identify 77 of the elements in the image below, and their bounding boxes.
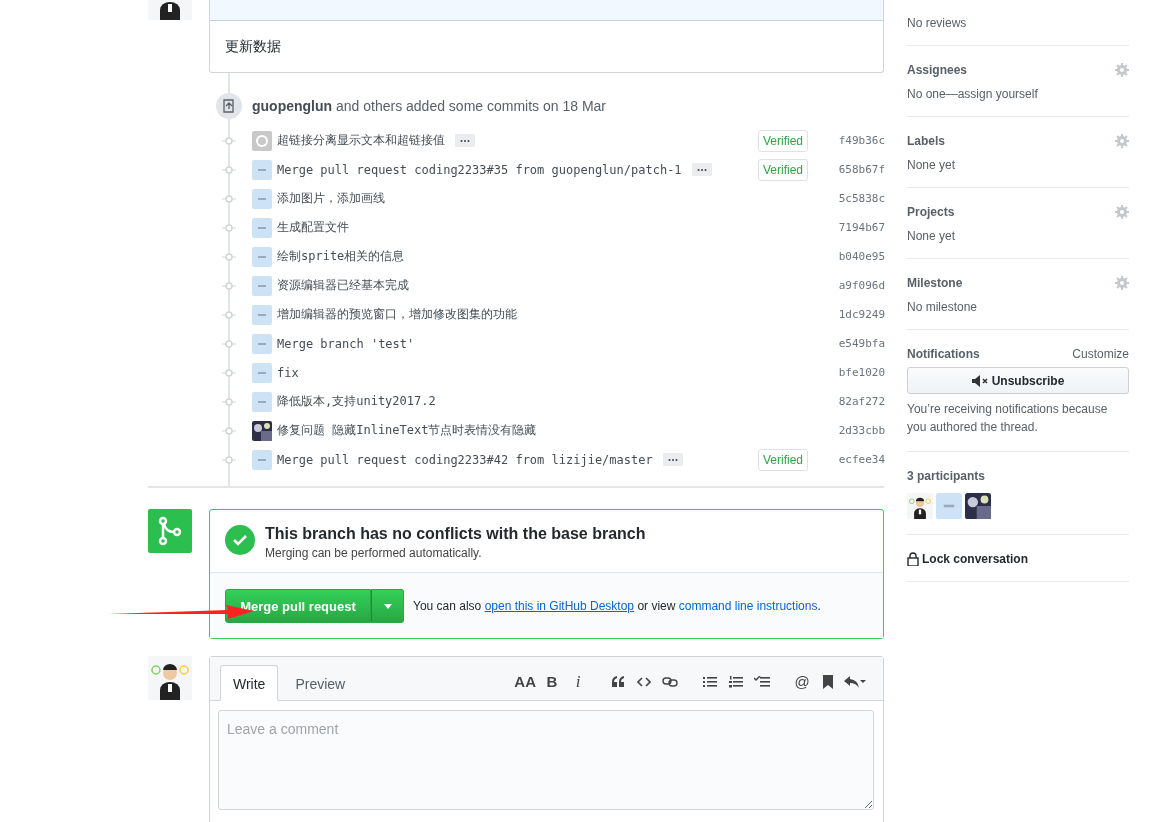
commit-node-icon (222, 194, 236, 203)
commit-node-icon (222, 426, 236, 435)
commit-sha[interactable]: b040e95 (835, 250, 885, 263)
check-icon (225, 525, 255, 555)
commit-message[interactable]: 资源编辑器已经基本完成 (277, 277, 409, 294)
commit-message[interactable]: 生成配置文件 (277, 219, 349, 236)
commit-sha[interactable]: 82af272 (835, 395, 885, 408)
commit-node-icon (222, 252, 236, 261)
notification-reason: You’re receiving notifications because you authored the thread. (907, 401, 1109, 436)
commit-node-icon (222, 339, 236, 348)
unsubscribe-button[interactable]: Unsubscribe (907, 367, 1129, 394)
participants-heading: 3 participants (907, 469, 987, 483)
mute-icon (971, 374, 990, 387)
merge-icon (148, 509, 192, 553)
commit-message[interactable]: 增加编辑器的预览窗口，增加修改图集的功能 (277, 306, 517, 323)
merge-status-title: This branch has no conflicts with the base branch (265, 525, 646, 543)
sidebar-value: None yet (907, 229, 957, 243)
commit-node-icon (222, 368, 236, 377)
commit-node-icon (222, 165, 236, 174)
commits-summary: guopenglun and others added some commits on 18 Mar (252, 98, 606, 114)
expand-button[interactable] (662, 453, 683, 466)
sidebar-heading: Notifications (907, 347, 980, 361)
editor-tab[interactable]: Preview (282, 665, 359, 701)
merge-note: You can also open this in GitHub Desktop or view command line instructions. (413, 599, 821, 613)
commit-node-icon (222, 136, 236, 145)
sidebar-value: No one—assign yourself (907, 87, 1039, 101)
lock-icon (907, 552, 919, 566)
merge-options-button[interactable] (371, 589, 404, 623)
sidebar-value: No reviews (907, 16, 968, 30)
ellipsis-icon (460, 138, 470, 143)
commit-message[interactable]: Merge pull request coding2233#35 from guopenglun/patch-1 (277, 162, 682, 177)
sidebar-value: No milestone (907, 300, 979, 314)
commit-node-icon (222, 281, 236, 290)
sidebar-heading: Labels (907, 134, 945, 148)
commit-node-icon (222, 455, 236, 464)
sidebar-heading: Assignees (907, 63, 968, 77)
commit-sha[interactable]: 658b67f (835, 163, 885, 176)
ellipsis-icon (696, 167, 707, 172)
bold-button[interactable]: B (539, 669, 565, 694)
caret-icon (383, 603, 392, 609)
commit-sha[interactable]: bfe1020 (835, 366, 885, 379)
mention-button[interactable]: @ (789, 669, 815, 694)
heading-button[interactable]: AA (511, 669, 539, 694)
sidebar-heading: Milestone (907, 276, 963, 290)
desktop-link[interactable]: open this in GitHub Desktop (484, 599, 635, 613)
commit-message[interactable]: 绘制sprite相关的信息 (277, 248, 405, 265)
commit-message[interactable]: 降低版本,支持unity2017.2 (277, 393, 436, 410)
editor-tab[interactable]: Write (220, 665, 279, 701)
commit-message[interactable]: 超链接分离显示文本和超链接值 (277, 132, 445, 149)
commit-sha[interactable]: e549bfa (835, 337, 885, 350)
sidebar-value: None yet (907, 158, 957, 172)
commit-sha[interactable]: 2d33cbb (835, 424, 885, 437)
commit-node-icon (222, 223, 236, 232)
expand-button[interactable] (455, 134, 475, 147)
ellipsis-icon (667, 457, 678, 462)
commit-message[interactable]: 添加图片，添加画线 (277, 190, 385, 207)
commit-message[interactable]: 修复问题 隐藏InlineText节点时表情没有隐藏 (277, 422, 537, 439)
commit-node-icon (222, 310, 236, 319)
avatar-icon (148, 656, 192, 700)
merge-status-text: Merging can be performed automatically. (265, 546, 483, 560)
commit-message[interactable]: Merge pull request coding2233#42 from lizijie/master (277, 452, 653, 467)
commit-sha[interactable]: f49b36c (835, 134, 885, 147)
commit-sha[interactable]: 7194b67 (835, 221, 885, 234)
comment-text: 更新数据 (225, 38, 281, 54)
lock-conversation-button[interactable]: Lock conversation (907, 552, 1129, 566)
comment-field[interactable]: Leave a comment (218, 710, 874, 810)
customize-link[interactable]: Customize (1072, 347, 1129, 361)
sidebar-heading: Projects (907, 205, 955, 219)
commit-message[interactable]: Merge branch 'test' (277, 336, 415, 351)
commit-message[interactable]: fix (277, 365, 299, 380)
italic-button[interactable]: i (565, 669, 591, 694)
commit-node-icon (222, 397, 236, 406)
commit-sha[interactable]: 1dc9249 (835, 308, 885, 321)
expand-button[interactable] (691, 163, 712, 176)
commit-sha[interactable]: a9f096d (835, 279, 885, 292)
commit-sha[interactable]: 5c5838c (835, 192, 885, 205)
commit-sha[interactable]: ecfee34 (835, 453, 885, 466)
